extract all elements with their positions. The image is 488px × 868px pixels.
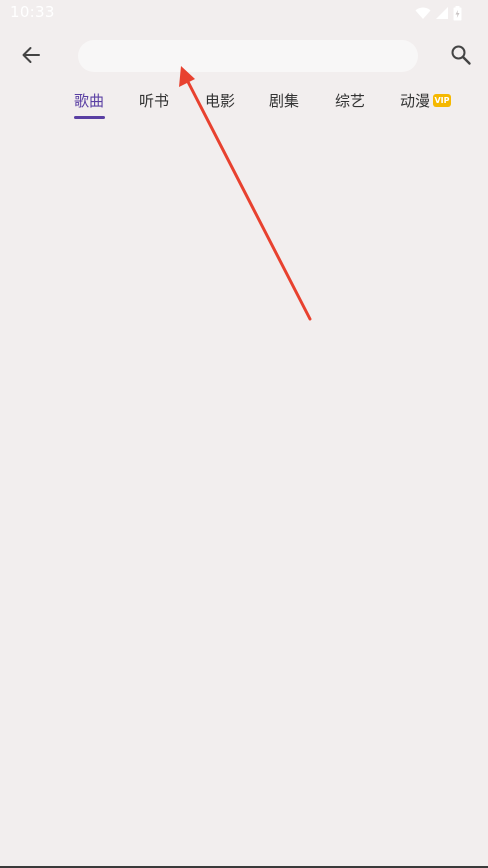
tab-anime[interactable]: 动漫 VIP: [400, 88, 451, 122]
tab-series[interactable]: 剧集: [269, 88, 299, 122]
category-tabs: 歌曲 听书 电影 剧集 综艺 动漫 VIP: [0, 88, 488, 122]
tab-label: 综艺: [335, 92, 366, 110]
tab-movies[interactable]: 电影: [205, 88, 235, 122]
vip-badge: VIP: [433, 94, 451, 107]
status-bar: 10:33: [0, 0, 488, 28]
wifi-icon: [415, 6, 431, 20]
search-input[interactable]: [78, 40, 418, 72]
battery-icon: [453, 5, 462, 21]
tab-audiobooks[interactable]: 听书: [139, 88, 169, 122]
tab-label: 电影: [205, 92, 236, 110]
tab-label: 剧集: [269, 92, 300, 110]
status-icons: [415, 4, 462, 22]
status-time: 10:33: [10, 3, 55, 21]
annotation-arrow: [179, 66, 312, 321]
tab-label: 动漫: [400, 92, 431, 110]
active-tab-indicator: [74, 116, 105, 119]
arrow-left-icon: [21, 45, 41, 69]
tab-label: 歌曲: [74, 92, 105, 110]
search-button[interactable]: [444, 40, 478, 74]
tab-label: 听书: [139, 92, 170, 110]
tab-songs[interactable]: 歌曲: [74, 88, 105, 122]
tab-variety[interactable]: 综艺: [335, 88, 365, 122]
search-field[interactable]: [78, 40, 418, 72]
signal-icon: [435, 6, 449, 20]
search-icon: [450, 44, 472, 70]
back-button[interactable]: [14, 40, 48, 74]
